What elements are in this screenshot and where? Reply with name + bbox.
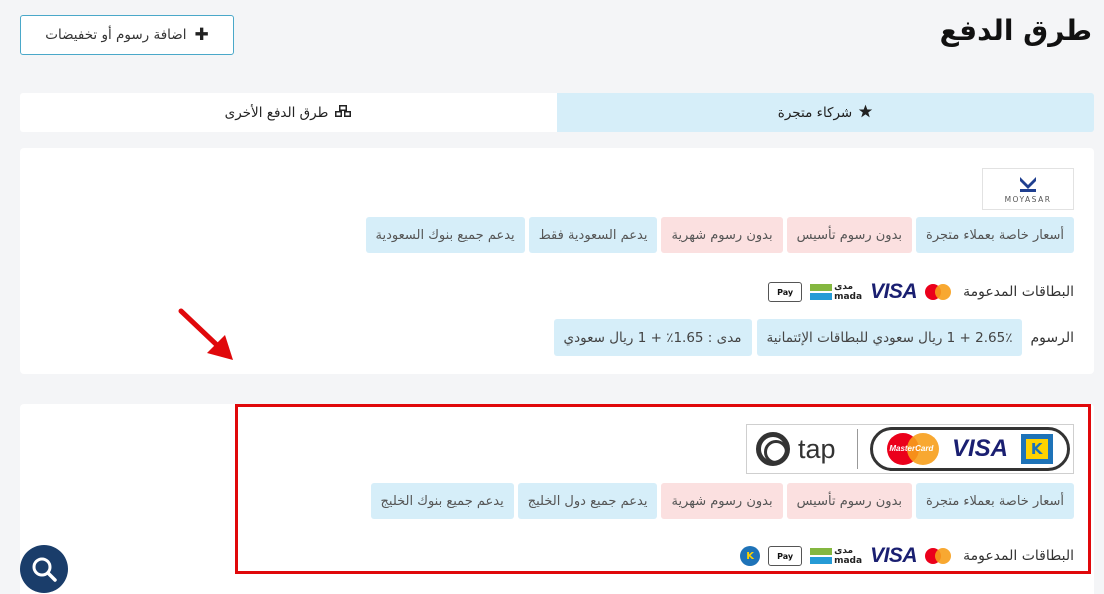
mada-ar-text: مدى: [834, 282, 854, 292]
tap-logo-text: tap: [798, 433, 836, 464]
search-fab-button[interactable]: [20, 545, 68, 593]
moyasar-mark-icon: [1020, 176, 1036, 192]
badge-all-gulf-countries: يدعم جميع دول الخليج: [517, 483, 658, 519]
knet-icon: K: [1020, 434, 1053, 464]
mada-en-text: mada: [834, 292, 863, 302]
apple-pay-icon: Pay: [768, 282, 803, 302]
mada-ar-text: مدى: [834, 546, 854, 556]
badge-saudi-only: يدعم السعودية فقط: [528, 217, 658, 253]
apple-pay-text: Pay: [777, 551, 794, 561]
supported-cards-label: البطاقات المدعومة: [963, 548, 1074, 564]
mada-icon: مدى mada: [810, 546, 862, 566]
fees-label: الرسوم: [1030, 329, 1074, 346]
visa-icon: VISA: [870, 544, 918, 567]
badge-no-monthly-fees: بدون رسوم شهرية: [661, 483, 783, 519]
badge-no-setup-fees: بدون رسوم تأسيس: [786, 483, 913, 519]
knet-icon: K: [740, 546, 761, 566]
search-icon: [32, 557, 57, 582]
badge-special-prices: أسعار خاصة بعملاء متجرة: [916, 217, 1074, 253]
tap-ring-icon: [756, 432, 790, 466]
badge-no-setup-fees: بدون رسوم تأسيس: [786, 217, 913, 253]
moyasar-logo-text: MOYASAR: [1004, 194, 1052, 204]
tab-other-payment-methods[interactable]: طرق الدفع الأخرى: [20, 93, 557, 132]
tap-logo: tap MasterCard VISA K: [746, 424, 1074, 474]
mastercard-text: MasterCard: [889, 444, 934, 453]
knet-text: K: [746, 550, 754, 562]
badge-no-monthly-fees: بدون رسوم شهرية: [661, 217, 783, 253]
supported-cards-label: البطاقات المدعومة: [963, 284, 1074, 300]
plus-icon: ✚: [194, 25, 209, 45]
moyasar-logo: MOYASAR: [982, 168, 1074, 210]
logo-divider: [857, 429, 858, 469]
mada-en-text: mada: [834, 556, 863, 566]
fee-mada: مدى : 1.65٪ + 1 ريال سعودي: [553, 319, 752, 356]
tap-supported-cards: البطاقات المدعومة VISA مدى mada Pay K: [740, 544, 1074, 568]
visa-icon: VISA: [951, 435, 1008, 462]
visa-icon: VISA: [870, 280, 918, 303]
tap-brand-mark: tap: [747, 425, 857, 473]
red-arrow-icon: [178, 308, 233, 360]
page-title: طرق الدفع: [939, 14, 1092, 47]
badge-all-saudi-banks: يدعم جميع بنوك السعودية: [365, 217, 525, 253]
tab-other-label: طرق الدفع الأخرى: [224, 104, 329, 121]
mastercard-icon: [925, 283, 953, 301]
mastercard-icon: MasterCard: [887, 433, 940, 465]
star-icon: [858, 104, 873, 122]
tap-badges: أسعار خاصة بعملاء متجرة بدون رسوم تأسيس …: [370, 483, 1074, 519]
moyasar-supported-cards: البطاقات المدعومة VISA مدى mada Pay: [768, 280, 1074, 304]
mastercard-icon: [925, 547, 953, 565]
tap-card: tap MasterCard VISA K أسعار خاصة بعملاء …: [20, 404, 1094, 594]
add-fees-discounts-button[interactable]: ✚ اضافة رسوم أو تخفيضات: [20, 15, 234, 55]
fee-credit-cards: 2.65٪ + 1 ريال سعودي للبطاقات الإئتمانية: [756, 319, 1023, 356]
mada-icon: مدى mada: [810, 282, 862, 302]
apple-pay-text: Pay: [777, 287, 794, 297]
tap-card-brands: MasterCard VISA K: [870, 427, 1070, 471]
tab-partners-label: شركاء متجرة: [777, 104, 853, 121]
apple-pay-icon: Pay: [768, 546, 803, 566]
knet-text: K: [1025, 439, 1048, 459]
payment-tabs: طرق الدفع الأخرى شركاء متجرة: [20, 93, 1094, 132]
moyasar-fees: الرسوم 2.65٪ + 1 ريال سعودي للبطاقات الإ…: [553, 319, 1074, 356]
badge-special-prices: أسعار خاصة بعملاء متجرة: [916, 483, 1074, 519]
moyasar-badges: أسعار خاصة بعملاء متجرة بدون رسوم تأسيس …: [365, 217, 1074, 253]
tab-partners[interactable]: شركاء متجرة: [557, 93, 1094, 132]
badge-all-gulf-banks: يدعم جميع بنوك الخليج: [370, 483, 514, 519]
add-fees-discounts-label: اضافة رسوم أو تخفيضات: [45, 27, 187, 43]
cubes-icon: [334, 104, 352, 122]
